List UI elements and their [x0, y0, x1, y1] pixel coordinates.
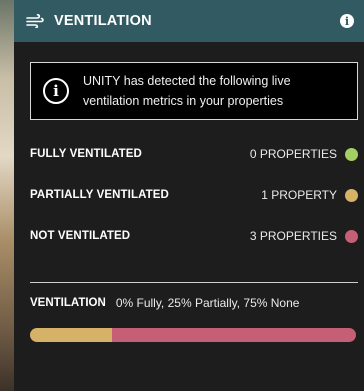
- metric-label: PARTIALLY VENTILATED: [30, 189, 169, 201]
- metric-count: 1 PROPERTY: [261, 188, 337, 202]
- info-circle-icon: i: [43, 78, 69, 104]
- ventilation-panel: VENTILATION i i UNITY has detected the f…: [14, 0, 364, 391]
- detection-notice: i UNITY has detected the following live …: [30, 62, 358, 120]
- metric-label: NOT VENTILATED: [30, 230, 131, 242]
- metric-count: 0 PROPERTIES: [249, 147, 337, 161]
- metric-count: 3 PROPERTIES: [249, 229, 337, 243]
- fan-icon: [26, 14, 44, 28]
- notice-text: UNITY has detected the following live ve…: [83, 71, 291, 111]
- ventilation-progress-bar: [30, 328, 356, 342]
- summary-label: VENTILATION: [30, 297, 106, 309]
- metric-row-not: NOT VENTILATED 3 PROPERTIES: [30, 226, 358, 246]
- notice-line-1: UNITY has detected the following live: [83, 74, 291, 88]
- metric-row-fully: FULLY VENTILATED 0 PROPERTIES: [30, 144, 358, 164]
- info-icon[interactable]: i: [340, 14, 354, 28]
- bar-segment-partially: [30, 328, 112, 342]
- bar-segment-none: [111, 328, 356, 342]
- metric-label: FULLY VENTILATED: [30, 148, 142, 160]
- status-dot-yellow: [345, 188, 358, 202]
- status-dot-green: [345, 147, 358, 161]
- panel-header: VENTILATION i: [14, 0, 364, 42]
- ventilation-summary: VENTILATION 0% Fully, 25% Partially, 75%…: [30, 296, 358, 310]
- metric-row-partially: PARTIALLY VENTILATED 1 PROPERTY: [30, 185, 358, 205]
- notice-line-2: ventilation metrics in your properties: [83, 94, 284, 108]
- status-dot-red: [345, 229, 358, 243]
- summary-text: 0% Fully, 25% Partially, 75% None: [115, 296, 300, 310]
- divider: [30, 282, 358, 283]
- panel-title: VENTILATION: [54, 13, 152, 29]
